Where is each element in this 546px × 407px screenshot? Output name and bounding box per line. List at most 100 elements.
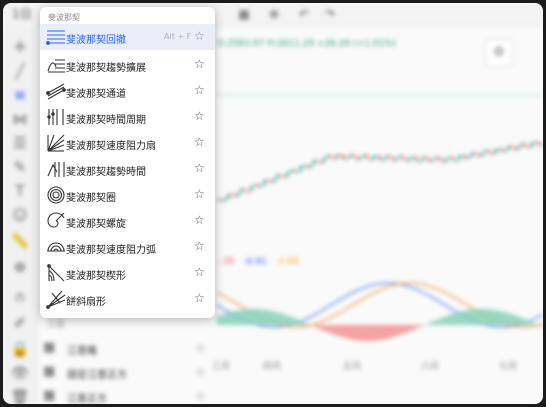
emoji-icon[interactable]: ☺: [10, 205, 30, 225]
text-icon[interactable]: T: [10, 181, 30, 201]
gann-box-item[interactable]: ▦ 江恩箱 ☆: [37, 337, 217, 361]
redo-icon[interactable]: ↷: [321, 6, 339, 22]
x-tick-label: 五月: [343, 362, 362, 372]
histogram-bar: [405, 325, 408, 333]
magnet-icon[interactable]: ∩: [10, 287, 30, 307]
favorite-star-icon[interactable]: ☆: [194, 29, 205, 43]
crosshair-icon[interactable]: ✛: [10, 37, 30, 57]
candle: [349, 154, 352, 158]
x-tick-label: 四月: [263, 362, 282, 372]
candle: [319, 161, 322, 164]
lock-drawing-icon[interactable]: ✐: [10, 313, 30, 333]
ruler-icon[interactable]: 📏: [10, 231, 30, 251]
pattern-icon[interactable]: ⋈: [10, 109, 30, 129]
item-label: 固定江恩正方: [67, 370, 127, 381]
favorite-star-icon[interactable]: ☆: [194, 135, 205, 149]
candle: [424, 156, 428, 159]
fib-channel-icon: [46, 81, 66, 101]
trash-icon[interactable]: 🗑: [10, 387, 30, 404]
histogram-bar: [484, 309, 487, 325]
favorite-star-icon[interactable]: ☆: [194, 291, 205, 305]
favorite-star-icon[interactable]: ☆: [194, 83, 205, 97]
favorite-star-icon[interactable]: ☆: [194, 57, 205, 71]
histogram-bar: [497, 310, 501, 325]
candle: [523, 143, 527, 147]
brush-icon[interactable]: ✎: [10, 157, 30, 177]
menu-header: 斐波那契: [48, 13, 80, 22]
item-label: 江恩箱: [67, 346, 97, 357]
gann-square-item[interactable]: ▦ 江恩正方 ☆: [37, 385, 217, 404]
menu-item-fib-trend-extension[interactable]: 斐波那契趨勢擴展 ☆: [40, 52, 215, 78]
zoom-icon[interactable]: ⊕: [10, 257, 30, 277]
gann-square-fixed-item[interactable]: ▦ 固定江恩正方 ☆: [37, 361, 217, 385]
candle: [378, 155, 382, 160]
candle: [279, 174, 283, 177]
fib-trend-time-icon: [46, 159, 66, 179]
histogram-bar: [504, 312, 507, 325]
menu-item-fib-circles[interactable]: 斐波那契圈 ☆: [40, 182, 215, 208]
star-icon[interactable]: ☆: [195, 389, 206, 403]
histogram-bar: [451, 313, 454, 325]
menu-item-fib-speed-arcs[interactable]: 斐波那契速度阻力弧 ☆: [40, 234, 215, 260]
lock-icon[interactable]: 🔒: [10, 339, 30, 359]
favorite-star-icon[interactable]: ☆: [194, 109, 205, 123]
fib-wedge-icon: [46, 263, 66, 283]
candle: [325, 155, 329, 159]
candle: [520, 143, 523, 147]
candle: [504, 150, 507, 153]
undo-icon[interactable]: ↶: [295, 6, 313, 22]
candle: [500, 148, 504, 152]
candle: [253, 184, 256, 187]
candle: [352, 154, 355, 157]
interval-button[interactable]: 1日: [7, 6, 37, 22]
menu-item-fib-trend-time[interactable]: 斐波那契趨勢時間 ☆: [40, 156, 215, 182]
eye-icon[interactable]: 👁: [10, 363, 30, 383]
trendline-icon[interactable]: ╱: [10, 61, 30, 81]
candle: [365, 154, 368, 159]
projection-icon[interactable]: ☰: [10, 133, 30, 153]
candle: [296, 171, 299, 174]
fib-tool-icon[interactable]: ≡: [10, 85, 30, 105]
histogram-bar: [220, 314, 223, 325]
menu-item-fib-time-zone[interactable]: 斐波那契時間周期 ☆: [40, 104, 215, 130]
star-icon[interactable]: ☆: [195, 365, 206, 379]
favorite-star-icon[interactable]: ☆: [194, 239, 205, 253]
menu-item-fib-retracement[interactable]: 斐波那契回撤 Alt + F ☆: [40, 24, 215, 50]
histogram-bar: [471, 309, 474, 325]
candle: [444, 158, 448, 163]
add-icon[interactable]: ⊕: [265, 6, 283, 22]
histogram-bar: [325, 325, 329, 333]
histogram-bar: [335, 325, 339, 336]
fib-time-zone-icon: [46, 107, 66, 127]
menu-item-label: 斐波那契楔形: [66, 271, 126, 282]
candle: [457, 155, 461, 160]
menu-item-fib-spiral[interactable]: 斐波那契螺旋 ☆: [40, 208, 215, 234]
candle: [263, 179, 266, 186]
favorite-star-icon[interactable]: ☆: [194, 161, 205, 175]
star-icon[interactable]: ☆: [195, 341, 206, 355]
menu-item-fib-wedge[interactable]: 斐波那契楔形 ☆: [40, 260, 215, 286]
candle: [243, 188, 246, 191]
oscillator-line: [216, 282, 543, 328]
favorite-star-icon[interactable]: ☆: [194, 265, 205, 279]
layout-icon[interactable]: ▦: [235, 6, 253, 22]
histogram-bar: [474, 309, 477, 325]
menu-item-fib-channel[interactable]: 斐波那契通道 ☆: [40, 78, 215, 104]
favorite-star-icon[interactable]: ☆: [194, 187, 205, 201]
menu-item-pitchfan[interactable]: 餅斜扇形 ☆: [40, 286, 215, 312]
candle: [289, 169, 292, 173]
section-header: 江恩: [47, 320, 66, 330]
app-window: 1日 ▦ ⊕ ↶ ↷ ✛ ╱ ≡ ⋈ ☰ ✎ T ☺ 📏 ⊕ ∩ ✐ 🔒 👁 🗑…: [3, 3, 543, 404]
favorite-star-icon[interactable]: ☆: [194, 213, 205, 227]
candle: [385, 155, 388, 160]
candle: [490, 153, 494, 156]
candle: [481, 152, 484, 157]
candle: [217, 198, 220, 201]
fib-speed-arcs-icon: [46, 237, 66, 257]
histogram-bar: [276, 312, 279, 325]
menu-item-fib-speed-fan[interactable]: 斐波那契速度阻力扇 ☆: [40, 130, 215, 156]
histogram-bar: [507, 313, 510, 325]
histogram-bar: [467, 309, 471, 325]
candle: [461, 155, 464, 158]
candle: [306, 165, 309, 168]
